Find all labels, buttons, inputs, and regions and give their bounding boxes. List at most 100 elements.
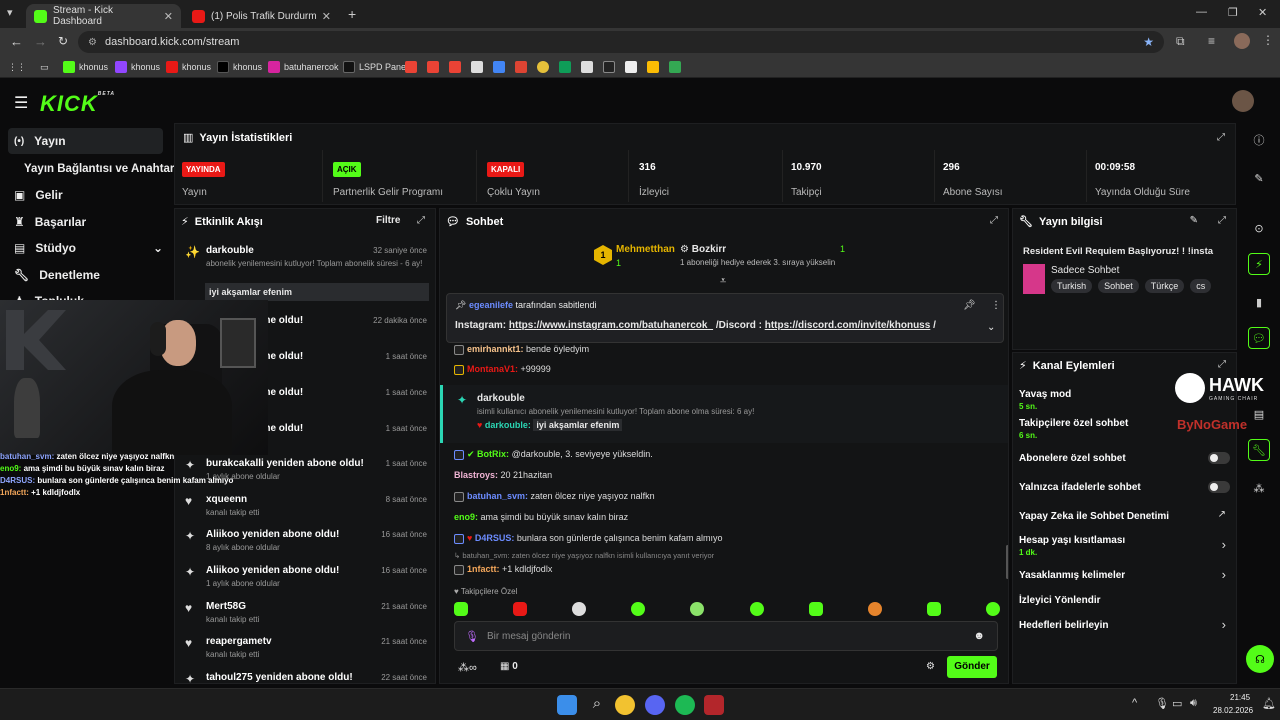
bookmark-grid-icon[interactable]: [493, 60, 505, 74]
support-headset-icon[interactable]: ☊: [1246, 645, 1274, 673]
new-tab-icon[interactable]: +: [348, 6, 356, 22]
bookmark-star-icon[interactable]: ★: [1143, 35, 1154, 49]
bookmark-sheets-icon[interactable]: [559, 60, 571, 74]
bookmark-white-icon[interactable]: [625, 60, 637, 74]
info-icon[interactable]: ⓘ: [1248, 129, 1270, 151]
bolt-icon[interactable]: ⚡: [1248, 253, 1270, 275]
bookmark-capcut-icon[interactable]: [603, 60, 615, 74]
expand-icon[interactable]: ⤢: [990, 215, 998, 226]
layout-icon[interactable]: ▤: [1248, 403, 1270, 425]
community-icon[interactable]: ⁂: [1248, 477, 1270, 499]
edit-icon[interactable]: ✎: [1190, 215, 1198, 226]
action-emote-only[interactable]: Yalnızca ifadelerle sohbet: [1019, 482, 1229, 493]
chevron-right-icon[interactable]: ›: [1222, 567, 1226, 582]
kick-logo[interactable]: KICKBETA: [40, 91, 115, 117]
tab-kick-dashboard[interactable]: Stream - Kick Dashboard ✕: [26, 4, 181, 28]
action-account-age[interactable]: Hesap yaşı kısıtlaması 1 dk.: [1019, 535, 1229, 557]
bookmark-lspd-panel[interactable]: LSPD Panel: [343, 60, 408, 74]
tab-search-icon[interactable]: ▾: [7, 6, 13, 19]
expand-icon[interactable]: ⤢: [1217, 132, 1225, 143]
forward-icon[interactable]: →: [34, 34, 47, 49]
action-raid[interactable]: İzleyici Yönlendir: [1019, 595, 1229, 606]
tag[interactable]: cs: [1190, 279, 1212, 293]
extensions-icon[interactable]: ⧉: [1176, 34, 1185, 49]
chevron-right-icon[interactable]: ›: [1222, 617, 1226, 632]
apps-icon[interactable]: ⋮⋮: [8, 60, 26, 74]
network-icon[interactable]: ▭: [1172, 697, 1182, 710]
tag[interactable]: Sohbet: [1098, 279, 1139, 293]
collapse-icon[interactable]: ⩡: [720, 275, 726, 288]
points-icon[interactable]: ⁂∞: [458, 661, 477, 674]
more-icon[interactable]: ⋮: [991, 300, 1001, 311]
chevron-down-icon[interactable]: ⌄: [987, 322, 995, 333]
close-tab-icon[interactable]: ✕: [164, 10, 173, 23]
chat-input[interactable]: 🎙︎ Bir mesaj gönderin ☻: [454, 621, 998, 651]
bookmark-gmail3-icon[interactable]: [449, 60, 461, 74]
bookmark-drive2-icon[interactable]: [669, 60, 681, 74]
emote-icon[interactable]: [572, 602, 587, 616]
hamburger-menu-icon[interactable]: ☰: [14, 93, 28, 113]
back-icon[interactable]: ←: [10, 34, 23, 49]
emoji-icon[interactable]: ☻: [973, 630, 985, 642]
subscribers-only-toggle[interactable]: [1208, 452, 1230, 464]
tag[interactable]: Türkçe: [1144, 279, 1185, 293]
bookmark-khonus-kick[interactable]: khonus: [63, 60, 108, 74]
wrench-icon[interactable]: 🔧︎: [1248, 439, 1270, 461]
expand-icon[interactable]: ⤢: [1218, 215, 1226, 226]
camera-icon[interactable]: ⊙: [1248, 217, 1270, 239]
action-ai-moderation[interactable]: Yapay Zeka ile Sohbet Denetimi: [1019, 511, 1229, 522]
tag[interactable]: Turkish: [1051, 279, 1093, 293]
settings-gear-icon[interactable]: ⚙: [926, 661, 935, 672]
app-icon[interactable]: [704, 695, 724, 715]
sidebar-item-studyo[interactable]: ▤ Stüdyo ⌄: [8, 235, 163, 261]
sidebar-item-yayin[interactable]: (•) Yayın: [8, 128, 163, 154]
sidebar-item-basarilar[interactable]: ♜ Başarılar: [8, 209, 163, 235]
chevron-right-icon[interactable]: ›: [1222, 537, 1226, 552]
emote-icon[interactable]: [749, 602, 764, 616]
mic-icon[interactable]: 🎙︎: [465, 630, 479, 643]
chat-bubble-icon[interactable]: 💬︎: [1248, 327, 1270, 349]
minimize-icon[interactable]: —: [1196, 6, 1207, 18]
bookmark-khonus-x[interactable]: khonus: [217, 60, 262, 74]
discord-link[interactable]: https://discord.com/invite/khonuss: [765, 320, 931, 331]
chart-icon[interactable]: ↗: [1218, 509, 1226, 520]
address-bar[interactable]: ⚙ dashboard.kick.com/stream ★: [78, 31, 1164, 53]
send-button[interactable]: Gönder: [947, 656, 997, 678]
chat-scrollbar[interactable]: [1006, 545, 1008, 579]
filter-button[interactable]: Filtre: [376, 215, 400, 226]
close-tab-icon[interactable]: ✕: [322, 10, 331, 23]
discord-icon[interactable]: [645, 695, 665, 715]
bookmark-yellow-icon[interactable]: [537, 60, 549, 74]
emote-icon[interactable]: [513, 602, 528, 616]
spotify-icon[interactable]: [675, 695, 695, 715]
emote-icon[interactable]: [867, 602, 882, 616]
bookmark-drive-icon[interactable]: [647, 60, 659, 74]
sidebar-item-stream-key[interactable]: Yayın Bağlantısı ve Anahtarı: [8, 156, 178, 182]
tab-youtube[interactable]: (1) Polis Trafik Durdurmasında ⁄ ✕: [184, 4, 339, 28]
user-avatar[interactable]: [1232, 90, 1254, 112]
bookmark-batuhanercok[interactable]: batuhanercok: [268, 60, 339, 74]
instagram-link[interactable]: https://www.instagram.com/batuhanercok_: [509, 320, 713, 331]
emote-icon[interactable]: [926, 602, 941, 616]
mic-tray-icon[interactable]: 🎙︎: [1155, 697, 1169, 710]
notification-icon[interactable]: 🔔︎: [1262, 697, 1276, 710]
emote-icon[interactable]: [690, 602, 705, 616]
bookmark-gmail-icon[interactable]: [405, 60, 417, 74]
bookmark-docs-icon[interactable]: [581, 60, 593, 74]
emote-icon[interactable]: [985, 602, 1000, 616]
sidebar-item-gelir[interactable]: ▣ Gelir: [8, 182, 163, 208]
folder-icon[interactable]: ▭: [40, 60, 49, 74]
chrome-icon[interactable]: [615, 695, 635, 715]
site-info-icon[interactable]: ⚙: [88, 37, 97, 48]
emote-only-toggle[interactable]: [1208, 481, 1230, 493]
bookmark-doc-icon[interactable]: [471, 60, 483, 74]
bookmark-red-icon[interactable]: [515, 60, 527, 74]
profile-avatar[interactable]: [1234, 33, 1250, 49]
action-goals[interactable]: Hedefleri belirleyin: [1019, 620, 1229, 631]
bookmark-khonus-youtube[interactable]: khonus: [166, 60, 211, 74]
action-banned-words[interactable]: Yasaklanmış kelimeler: [1019, 570, 1229, 581]
pin-icon[interactable]: 📌︎: [963, 300, 976, 311]
pencil-icon[interactable]: ✎: [1248, 167, 1270, 189]
bookmark-khonus-twitch[interactable]: khonus: [115, 60, 160, 74]
volume-icon[interactable]: 🔊︎: [1190, 697, 1197, 710]
